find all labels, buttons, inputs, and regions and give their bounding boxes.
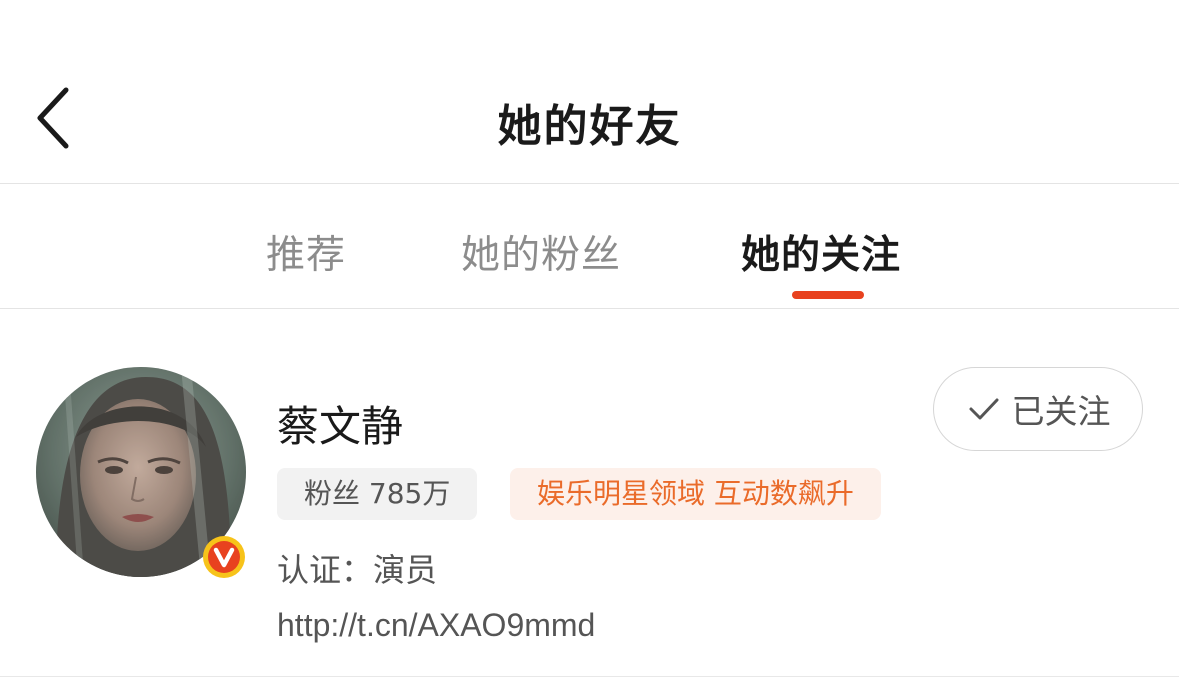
field-tag: 娱乐明星领域 互动数飙升 — [510, 468, 881, 520]
page-title: 她的好友 — [497, 101, 682, 152]
avatar-container[interactable] — [36, 367, 246, 578]
tab-bar: 推荐 她的粉丝 她的关注 — [0, 184, 1179, 309]
following-button[interactable]: 已关注 — [933, 367, 1143, 451]
top-nav-bar: 她的好友 — [0, 0, 1179, 184]
verified-badge-icon — [203, 536, 245, 578]
verification-text: 认证：演员 — [277, 551, 438, 589]
user-name[interactable]: 蔡文静 — [277, 393, 403, 454]
tab-her-following[interactable]: 她的关注 — [741, 224, 901, 280]
tab-recommend[interactable]: 推荐 — [266, 224, 346, 280]
user-profile-link[interactable]: http://t.cn/AXAO9mmd — [277, 607, 595, 644]
user-list-item[interactable]: 蔡文静 粉丝 785万 娱乐明星领域 互动数飙升 认证：演员 http://t.… — [0, 309, 1179, 688]
check-icon — [969, 398, 998, 420]
list-divider — [0, 676, 1179, 677]
fans-count-tag: 粉丝 785万 — [277, 468, 478, 520]
tab-her-fans[interactable]: 她的粉丝 — [461, 224, 621, 280]
following-button-label: 已关注 — [1011, 392, 1111, 431]
active-tab-indicator — [792, 291, 864, 299]
